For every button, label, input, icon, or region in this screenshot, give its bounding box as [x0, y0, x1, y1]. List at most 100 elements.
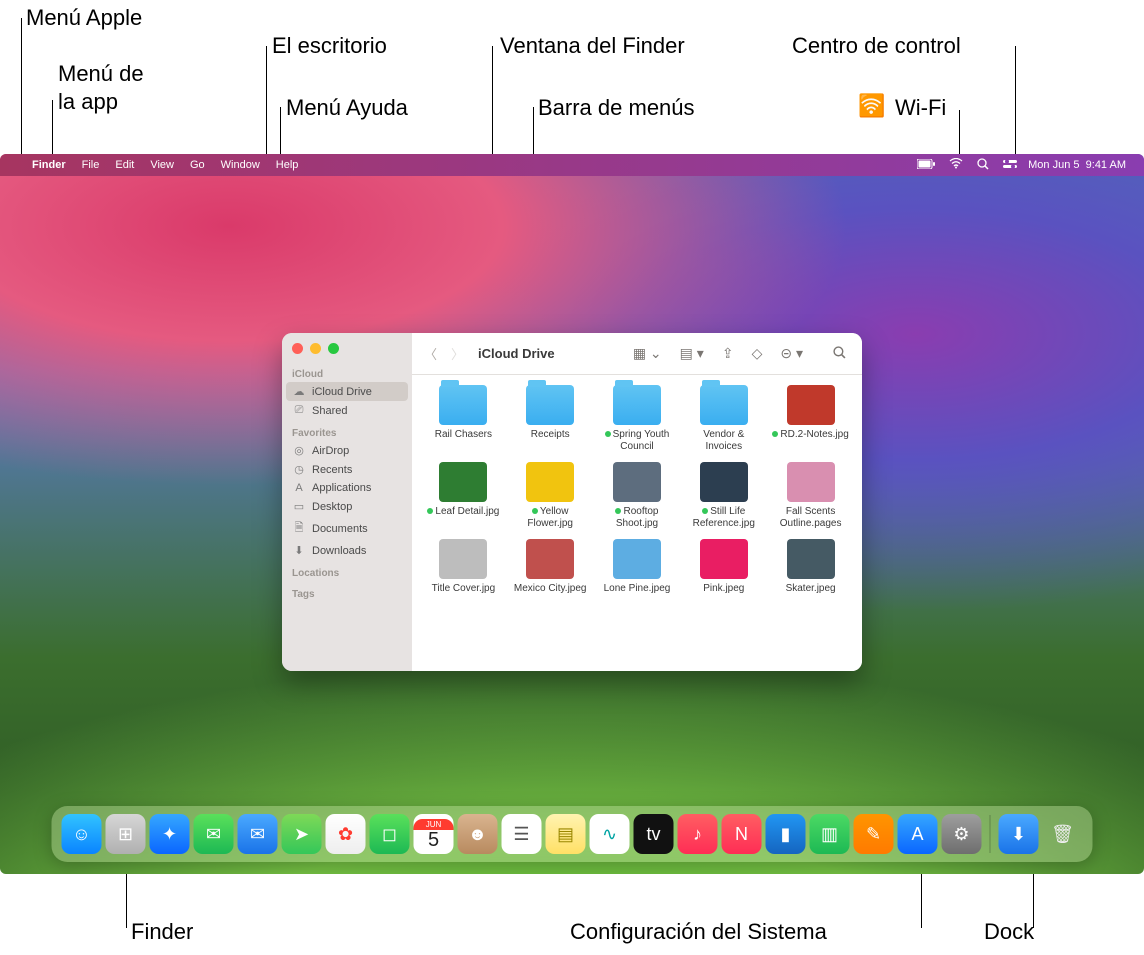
sidebar-item-label: Documents: [312, 523, 368, 535]
menu-help[interactable]: Help: [268, 154, 307, 176]
dock-music[interactable]: ♪: [678, 814, 718, 854]
file-item[interactable]: Receipts: [507, 385, 594, 458]
callout-help-menu: Menú Ayuda: [286, 94, 408, 122]
dock-system-settings[interactable]: ⚙: [942, 814, 982, 854]
file-name: Skater.jpeg: [786, 583, 836, 595]
control-center-icon[interactable]: [996, 158, 1024, 172]
dock-notes[interactable]: ▤: [546, 814, 586, 854]
sidebar-item-airdrop[interactable]: ◎AirDrop: [282, 441, 412, 460]
tag-dot: [702, 508, 708, 514]
file-name: Title Cover.jpg: [432, 583, 496, 595]
share-button[interactable]: ⇪: [718, 345, 738, 362]
file-name: Fall Scents Outline.pages: [771, 506, 851, 529]
app-menu[interactable]: Finder: [24, 154, 74, 176]
file-item[interactable]: Title Cover.jpg: [420, 539, 507, 601]
sidebar-item-label: Desktop: [312, 501, 352, 513]
file-item[interactable]: Rooftop Shoot.jpg: [594, 462, 681, 535]
spotlight-icon[interactable]: [970, 158, 996, 173]
file-item[interactable]: Lone Pine.jpeg: [594, 539, 681, 601]
dock-numbers[interactable]: ▥: [810, 814, 850, 854]
sidebar-item-downloads[interactable]: ⬇ Downloads: [282, 541, 412, 560]
dock-downloads[interactable]: ⬇: [999, 814, 1039, 854]
close-button[interactable]: [292, 343, 303, 354]
dock-contacts[interactable]: ☻: [458, 814, 498, 854]
file-grid: Rail ChasersReceiptsSpring Youth Council…: [412, 375, 862, 671]
file-item[interactable]: Rail Chasers: [420, 385, 507, 458]
dock-facetime[interactable]: ◻: [370, 814, 410, 854]
menu-file[interactable]: File: [74, 154, 108, 176]
file-thumbnail: [787, 462, 835, 502]
dock-pages[interactable]: ✎: [854, 814, 894, 854]
callout-control-center: Centro de control: [792, 32, 961, 60]
sidebar-section: Locations: [282, 560, 412, 581]
dock-separator: [990, 815, 991, 853]
menu-go[interactable]: Go: [182, 154, 213, 176]
dock-finder[interactable]: ☺: [62, 814, 102, 854]
file-item[interactable]: Mexico City.jpeg: [507, 539, 594, 601]
tag-dot: [532, 508, 538, 514]
folder-icon: [439, 385, 487, 425]
sidebar-item-label: AirDrop: [312, 445, 349, 457]
file-item[interactable]: Fall Scents Outline.pages: [767, 462, 854, 535]
dock-messages[interactable]: ✉: [194, 814, 234, 854]
file-item[interactable]: Skater.jpeg: [767, 539, 854, 601]
dock-appstore[interactable]: A: [898, 814, 938, 854]
callout-finder: Finder: [131, 918, 193, 946]
dock-safari[interactable]: ✦: [150, 814, 190, 854]
sidebar-item-label: Downloads: [312, 545, 366, 557]
sidebar-item-icloud-drive[interactable]: ☁iCloud Drive: [286, 382, 408, 401]
back-button[interactable]: 〈: [424, 344, 437, 363]
dock-trash[interactable]: 🗑: [1043, 814, 1083, 854]
file-thumbnail: [526, 462, 574, 502]
sidebar-item-documents[interactable]: 🗎Documents: [282, 516, 412, 541]
file-item[interactable]: RD.2-Notes.jpg: [767, 385, 854, 458]
file-name: Spring Youth Council: [597, 429, 677, 452]
dock-maps[interactable]: ➤: [282, 814, 322, 854]
wifi-icon[interactable]: [942, 158, 970, 172]
sidebar-item-applications[interactable]: AApplications: [282, 479, 412, 497]
tag-button[interactable]: ◇: [748, 345, 767, 362]
file-item[interactable]: Yellow Flower.jpg: [507, 462, 594, 535]
file-item[interactable]: Spring Youth Council: [594, 385, 681, 458]
callout-apple-menu: Menú Apple: [26, 4, 142, 32]
forward-button[interactable]: 〉: [451, 344, 464, 363]
file-item[interactable]: Leaf Detail.jpg: [420, 462, 507, 535]
finder-window: iCloud☁iCloud Drive⎚SharedFavorites◎AirD…: [282, 333, 862, 671]
menu-edit[interactable]: Edit: [107, 154, 142, 176]
dock-photos[interactable]: ✿: [326, 814, 366, 854]
dock-news[interactable]: N: [722, 814, 762, 854]
minimize-button[interactable]: [310, 343, 321, 354]
apple-menu[interactable]: [10, 154, 24, 176]
downloads-icon: ⬇: [292, 544, 306, 557]
menu-date[interactable]: Mon Jun 5 9:41 AM: [1024, 154, 1134, 176]
file-thumbnail: [613, 462, 661, 502]
file-item[interactable]: Vendor & Invoices: [680, 385, 767, 458]
menu-window[interactable]: Window: [213, 154, 268, 176]
dock-freeform[interactable]: ∿: [590, 814, 630, 854]
file-thumbnail: [700, 539, 748, 579]
tag-dot: [615, 508, 621, 514]
sidebar-item-shared[interactable]: ⎚Shared: [282, 401, 412, 420]
file-item[interactable]: Still Life Reference.jpg: [680, 462, 767, 535]
dock-reminders[interactable]: ☰: [502, 814, 542, 854]
sidebar-item-label: Recents: [312, 464, 352, 476]
zoom-button[interactable]: [328, 343, 339, 354]
view-icons-button[interactable]: ▦ ⌄: [629, 345, 666, 362]
file-item[interactable]: Pink.jpeg: [680, 539, 767, 601]
dock-mail[interactable]: ✉: [238, 814, 278, 854]
file-thumbnail: [526, 539, 574, 579]
dock-launchpad[interactable]: ⊞: [106, 814, 146, 854]
dock-calendar[interactable]: JUN5: [414, 814, 454, 854]
desktop-screen: Finder File Edit View Go Window Help Mon…: [0, 154, 1144, 874]
dock-tv[interactable]: tv: [634, 814, 674, 854]
dock-keynote[interactable]: ▮: [766, 814, 806, 854]
group-button[interactable]: ▤ ▾: [676, 345, 708, 362]
action-button[interactable]: ⊝ ▾: [776, 345, 807, 362]
sidebar-item-desktop[interactable]: ▭Desktop: [282, 497, 412, 516]
callout-system-settings: Configuración del Sistema: [570, 918, 827, 946]
menu-view[interactable]: View: [142, 154, 182, 176]
sidebar-item-label: Applications: [312, 482, 371, 494]
battery-icon[interactable]: [910, 158, 942, 172]
search-button[interactable]: [829, 346, 850, 362]
sidebar-item-recents[interactable]: ◷Recents: [282, 460, 412, 479]
